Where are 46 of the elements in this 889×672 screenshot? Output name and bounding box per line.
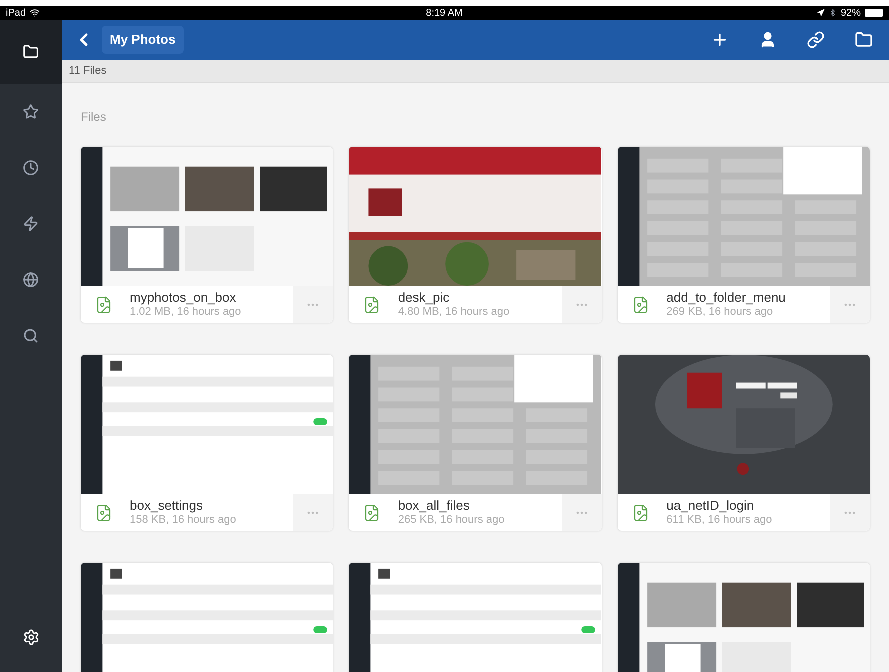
file-count: 11 Files <box>69 64 107 79</box>
wifi-icon <box>30 8 40 18</box>
file-meta: 1.02 MB, 16 hours ago <box>130 306 242 320</box>
file-meta: 265 KB, 16 hours ago <box>398 514 505 528</box>
file-name: box_settings <box>130 498 204 514</box>
location-icon <box>816 9 825 17</box>
sidebar-button[interactable] <box>0 20 62 84</box>
folder-icon <box>23 44 39 60</box>
image-file-icon <box>95 504 113 522</box>
image-file-icon <box>363 504 382 522</box>
star-icon <box>23 104 39 120</box>
file-meta: 611 KB, 16 hours ago <box>666 514 772 528</box>
file-card[interactable]: ua_netID_login 611 KB, 16 hours ago <box>618 355 870 531</box>
file-meta: 4.80 MB, 16 hours ago <box>398 306 510 320</box>
clock-time: 8:19 AM <box>426 6 463 20</box>
search-icon <box>23 328 39 344</box>
settings-icon <box>22 628 40 646</box>
battery-icon <box>865 9 883 17</box>
file-card[interactable]: desk_pic 4.80 MB, 16 hours ago <box>349 147 602 323</box>
file-card[interactable]: myphotos_on_box 1.02 MB, 16 hours ago <box>81 147 334 323</box>
person-icon[interactable] <box>759 31 777 49</box>
folder-title[interactable]: My Photos <box>102 26 184 54</box>
file-card[interactable]: box_settings 158 KB, 16 hours ago <box>81 355 334 531</box>
bluetooth-icon <box>828 9 837 17</box>
globe-icon <box>23 272 39 288</box>
file-card[interactable]: add_to_folder_menu 269 KB, 16 hours ago <box>618 147 870 323</box>
section-title: Files <box>81 110 106 124</box>
image-file-icon <box>632 504 650 522</box>
file-name: myphotos_on_box <box>130 290 238 306</box>
battery-percent: 92% <box>840 6 861 20</box>
image-file-icon <box>363 296 382 314</box>
file-name: box_all_files <box>398 498 471 514</box>
image-file-icon <box>632 296 650 314</box>
file-name: desk_pic <box>398 290 451 306</box>
link-icon[interactable] <box>807 31 825 49</box>
image-file-icon <box>95 296 113 314</box>
add-icon[interactable] <box>711 31 729 49</box>
file-card[interactable]: box_all_files 265 KB, 16 hours ago <box>349 355 602 531</box>
file-meta: 269 KB, 16 hours ago <box>666 306 774 320</box>
lightning-icon <box>23 216 39 232</box>
clock-icon <box>23 160 39 176</box>
file-name: ua_netID_login <box>666 498 756 514</box>
file-meta: 158 KB, 16 hours ago <box>130 514 236 528</box>
folder-icon[interactable] <box>855 31 873 49</box>
device-name: iPad <box>6 6 26 20</box>
file-name: add_to_folder_menu <box>666 290 786 306</box>
